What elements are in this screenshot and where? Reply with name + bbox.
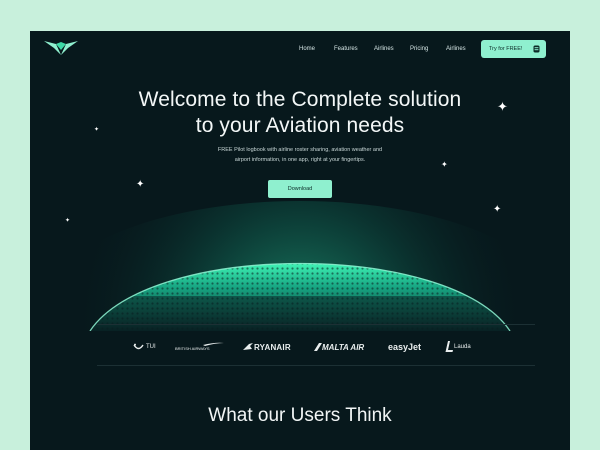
sparkle-icon: ✦: [497, 99, 508, 114]
download-button[interactable]: Download: [268, 180, 332, 198]
nav-airlines[interactable]: Airlines: [374, 46, 394, 52]
nav-pricing[interactable]: Pricing: [410, 46, 428, 52]
brand-malta-air: MALTA AIR: [314, 341, 364, 353]
brand-easyjet: easyJet: [388, 342, 422, 352]
malta-air-mark-icon: [314, 343, 322, 351]
sparkle-icon: ✦: [441, 160, 448, 169]
sparkle-icon: ✦: [136, 179, 145, 190]
brand-lauda: Lauda: [445, 341, 471, 353]
hero-title: Welcome to the Complete solution to your…: [30, 87, 570, 139]
nav-home[interactable]: Home: [299, 46, 315, 52]
tui-smile-icon: [133, 343, 144, 349]
nav-features[interactable]: Features: [334, 46, 358, 52]
hero-subtitle-line-1: FREE Pilot logbook with airline roster s…: [217, 147, 383, 153]
wing-logo-icon[interactable]: [44, 40, 78, 56]
brand-british-airways-label: BRITISH AIRWAYS: [175, 346, 210, 351]
brand-tui: TUI: [133, 341, 156, 353]
hero-title-line-1: Welcome to the Complete solution: [138, 88, 462, 111]
hero-subtitle-line-2: airport information, in one app, right a…: [234, 157, 366, 163]
brand-british-airways: BRITISH AIRWAYS: [175, 342, 225, 354]
brand-lauda-label: Lauda: [454, 344, 471, 350]
try-for-free-label: Try for FREE!: [489, 46, 523, 52]
brand-malta-air-label: MALTA AIR: [322, 342, 365, 352]
landing-page: Home Features Airlines Pricing Airlines …: [30, 31, 570, 450]
lauda-l-icon: [445, 341, 453, 352]
phone-icon: [533, 45, 540, 53]
hero-subtitle: FREE Pilot logbook with airline roster s…: [190, 145, 410, 165]
sparkle-icon: ✦: [94, 127, 100, 133]
harp-icon: [243, 343, 253, 350]
divider: [97, 365, 535, 366]
top-nav: Home Features Airlines Pricing Airlines …: [30, 31, 570, 69]
divider: [97, 324, 535, 325]
testimonials-heading: What our Users Think: [208, 405, 392, 426]
nav-airlines-2[interactable]: Airlines: [446, 46, 466, 52]
brand-tui-label: TUI: [146, 344, 156, 350]
brand-ryanair: RYANAIR: [243, 341, 291, 353]
globe-illustration: [40, 201, 560, 331]
try-for-free-button[interactable]: Try for FREE!: [481, 40, 546, 58]
brand-ryanair-label: RYANAIR: [254, 342, 291, 352]
hero-title-line-2: to your Aviation needs: [195, 114, 405, 137]
